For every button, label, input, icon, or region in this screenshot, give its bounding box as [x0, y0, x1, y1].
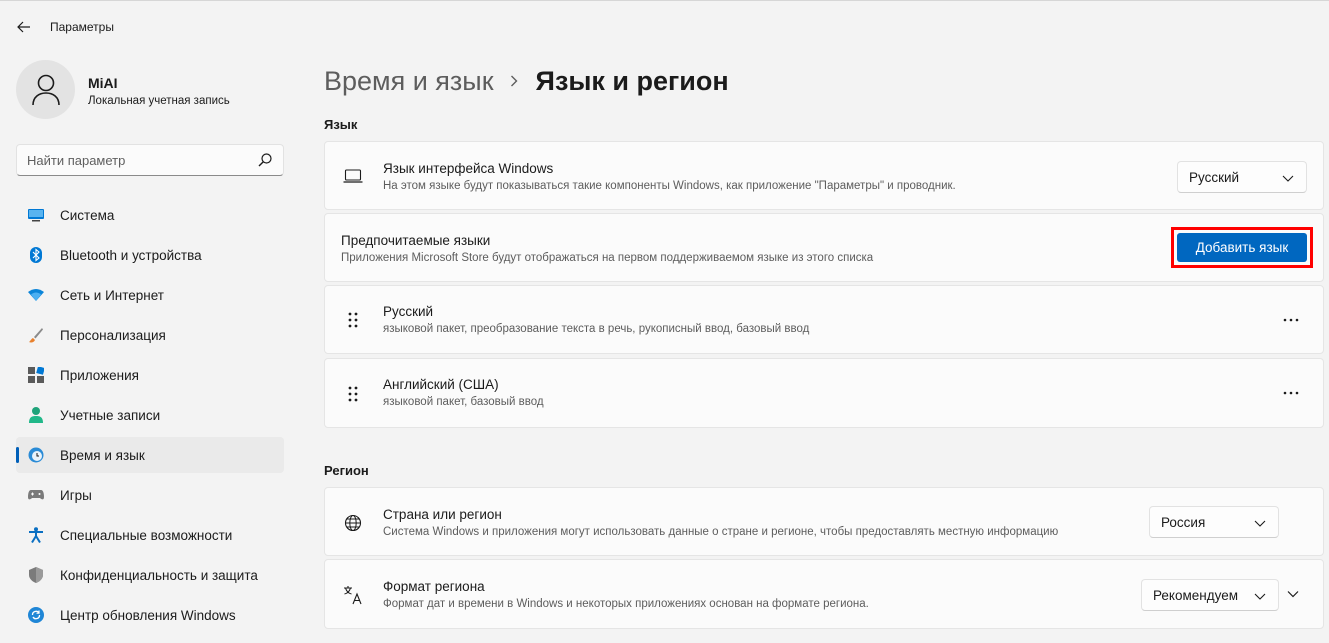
chevron-down-icon: [1287, 591, 1299, 598]
back-arrow-icon: [17, 21, 30, 33]
app-title: Параметры: [50, 20, 114, 34]
preferred-languages-title: Предпочитаемые языки: [341, 233, 491, 248]
regional-format-value: Рекомендуем: [1153, 588, 1238, 603]
sidebar-item-system[interactable]: Система: [16, 197, 284, 233]
add-language-button[interactable]: Добавить язык: [1177, 233, 1307, 262]
more-options-button[interactable]: [1277, 306, 1305, 334]
highlight-box: Добавить язык: [1171, 227, 1313, 268]
search-input[interactable]: [27, 151, 247, 169]
account-type: Локальная учетная запись: [88, 95, 230, 107]
gamepad-icon: [28, 487, 44, 503]
sidebar-item-windows-update[interactable]: Центр обновления Windows: [16, 597, 284, 633]
chevron-down-icon: [1254, 593, 1266, 600]
language-row-russian[interactable]: Русский языковой пакет, преобразование т…: [324, 285, 1324, 354]
breadcrumb: Время и язык Язык и регион: [324, 61, 729, 101]
country-region-description: Система Windows и приложения могут испол…: [383, 526, 1059, 538]
chevron-right-icon: [510, 74, 520, 88]
more-options-button[interactable]: [1277, 379, 1305, 407]
display-language-dropdown[interactable]: Русский: [1177, 161, 1307, 193]
display-language-title: Язык интерфейса Windows: [383, 161, 554, 176]
user-avatar-icon: [31, 74, 60, 105]
section-title-region: Регион: [324, 463, 369, 478]
section-title-language: Язык: [324, 117, 358, 132]
user-name: MiAI: [88, 75, 118, 91]
page-title: Язык и регион: [535, 65, 729, 96]
chevron-down-icon: [1254, 520, 1266, 527]
regional-format-icon: [343, 585, 363, 605]
language-features: языковой пакет, преобразование текста в …: [383, 323, 810, 335]
breadcrumb-parent[interactable]: Время и язык: [324, 66, 494, 97]
title-bar: Параметры: [0, 1, 1329, 51]
brush-icon: [28, 327, 44, 343]
search-icon[interactable]: [257, 152, 273, 168]
sidebar-item-label: Конфиденциальность и защита: [60, 567, 258, 583]
bluetooth-icon: [28, 247, 44, 263]
sidebar-item-privacy[interactable]: Конфиденциальность и защита: [16, 557, 284, 593]
sidebar-item-accessibility[interactable]: Специальные возможности: [16, 517, 284, 553]
chevron-down-icon: [1282, 175, 1294, 182]
language-features: языковой пакет, базовый ввод: [383, 396, 544, 408]
sidebar-item-bluetooth[interactable]: Bluetooth и устройства: [16, 237, 284, 273]
sidebar-item-network[interactable]: Сеть и Интернет: [16, 277, 284, 313]
wifi-icon: [28, 287, 44, 303]
person-icon: [28, 407, 44, 423]
update-icon: [28, 607, 44, 623]
user-profile[interactable]: MiAI Локальная учетная запись: [16, 60, 286, 120]
language-name: Русский: [383, 304, 434, 319]
regional-format-dropdown[interactable]: Рекомендуем: [1141, 579, 1279, 611]
accessibility-icon: [28, 527, 44, 543]
sidebar-item-label: Специальные возможности: [60, 527, 233, 543]
sidebar-item-label: Учетные записи: [60, 407, 161, 423]
sidebar-item-label: Сеть и Интернет: [60, 287, 164, 303]
sidebar-item-label: Игры: [60, 487, 92, 503]
sidebar-item-label: Центр обновления Windows: [60, 607, 236, 623]
sidebar-item-gaming[interactable]: Игры: [16, 477, 284, 513]
laptop-icon: [343, 166, 363, 186]
shield-icon: [28, 567, 44, 583]
search-box[interactable]: [16, 144, 284, 176]
expand-button[interactable]: [1281, 582, 1305, 606]
display-language-description: На этом языке будут показываться такие к…: [383, 180, 956, 192]
sidebar-item-apps[interactable]: Приложения: [16, 357, 284, 393]
more-icon: [1283, 391, 1299, 395]
sidebar-item-label: Персонализация: [60, 327, 166, 343]
globe-icon: [343, 513, 363, 533]
back-button[interactable]: [12, 15, 36, 39]
drag-handle-icon[interactable]: [343, 310, 363, 330]
more-icon: [1283, 318, 1299, 322]
language-name: Английский (США): [383, 377, 499, 392]
country-region-card: Страна или регион Система Windows и прил…: [324, 487, 1324, 556]
language-row-english-us[interactable]: Английский (США) языковой пакет, базовый…: [324, 358, 1324, 428]
sidebar-item-label: Время и язык: [60, 447, 145, 463]
regional-format-card[interactable]: Формат региона Формат дат и времени в Wi…: [324, 559, 1324, 629]
regional-format-title: Формат региона: [383, 579, 485, 594]
sidebar-nav: Система Bluetooth и устройства Сеть и Ин…: [16, 197, 284, 637]
preferred-languages-description: Приложения Microsoft Store будут отображ…: [341, 252, 874, 264]
sidebar-item-label: Система: [60, 207, 115, 223]
drag-handle-icon[interactable]: [343, 384, 363, 404]
sidebar-item-label: Bluetooth и устройства: [60, 247, 202, 263]
sidebar-item-label: Приложения: [60, 367, 139, 383]
sidebar-item-time-language[interactable]: Время и язык: [16, 437, 284, 473]
display-language-card: Язык интерфейса Windows На этом языке бу…: [324, 141, 1324, 210]
avatar: [16, 60, 75, 119]
country-value: Россия: [1161, 515, 1206, 530]
sidebar-item-personalization[interactable]: Персонализация: [16, 317, 284, 353]
clock-globe-icon: [28, 447, 44, 463]
apps-icon: [28, 367, 44, 383]
country-dropdown[interactable]: Россия: [1149, 506, 1279, 538]
monitor-icon: [28, 207, 44, 223]
country-region-title: Страна или регион: [383, 507, 502, 522]
display-language-value: Русский: [1189, 170, 1240, 185]
sidebar-item-accounts[interactable]: Учетные записи: [16, 397, 284, 433]
regional-format-description: Формат дат и времени в Windows и некотор…: [383, 598, 869, 610]
